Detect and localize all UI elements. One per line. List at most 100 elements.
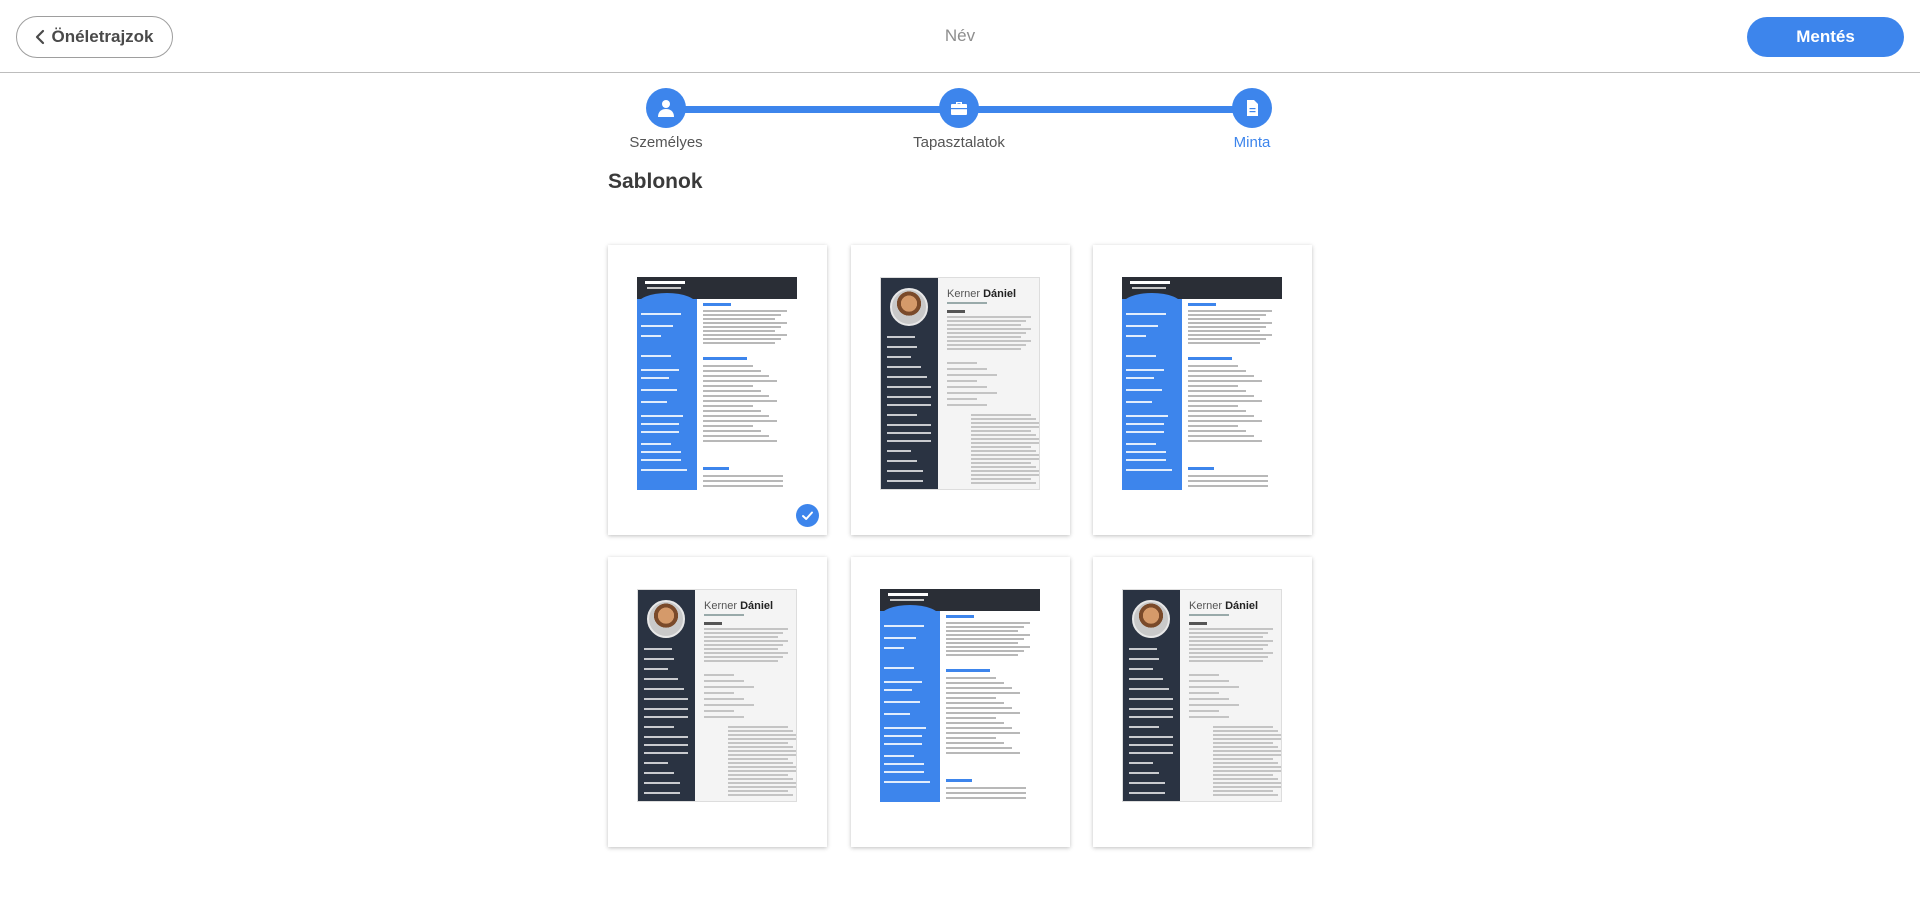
preview-sidebar-line — [1129, 648, 1157, 650]
preview-sidebar-line — [641, 431, 679, 433]
preview-text-line — [947, 398, 977, 400]
preview-text-line — [1213, 758, 1273, 760]
preview-text-line — [728, 754, 796, 756]
preview-text-line — [704, 680, 744, 682]
preview-sidebar-line — [1129, 716, 1173, 718]
preview-text-line — [946, 650, 1024, 652]
preview-sidebar-line — [884, 727, 926, 729]
preview-text-line — [1188, 480, 1268, 482]
preview-text-line — [1189, 710, 1219, 712]
preview-sidebar-line — [884, 625, 924, 627]
preview-text-line — [704, 692, 734, 694]
preview-text-line — [946, 717, 996, 719]
preview-text-line — [703, 435, 769, 437]
preview-text-line — [704, 628, 788, 630]
step-template-label: Minta — [1233, 134, 1271, 151]
preview-text-line — [703, 330, 775, 332]
preview-text-line — [1188, 375, 1254, 377]
preview-sidebar-line — [1126, 325, 1158, 327]
save-button[interactable]: Mentés — [1747, 17, 1904, 57]
preview-text-line — [1213, 786, 1281, 788]
preview-text-line — [1213, 754, 1281, 756]
preview-section-heading — [946, 669, 990, 672]
template-card-6[interactable]: Kerner Dániel — [1093, 557, 1312, 847]
preview-text-line — [1188, 435, 1254, 437]
progress-stepper: Személyes Tapasztalatok Minta — [626, 88, 1292, 154]
preview-text-line — [704, 704, 754, 706]
preview-sidebar-line — [644, 678, 678, 680]
preview-section-heading — [703, 303, 731, 306]
preview-sidebar-line — [644, 792, 680, 794]
preview-text-line — [704, 636, 778, 638]
preview-text-line — [1213, 790, 1273, 792]
template-card-1[interactable] — [608, 245, 827, 535]
document-name[interactable]: Név — [0, 26, 1920, 46]
preview-text-line — [1189, 704, 1239, 706]
template-card-4[interactable]: Kerner Dániel — [608, 557, 827, 847]
preview-sidebar-line — [1126, 377, 1154, 379]
preview-section-heading — [703, 357, 747, 360]
preview-sidebar-line — [887, 376, 927, 378]
template-card-5[interactable] — [851, 557, 1070, 847]
preview-sidebar-line — [641, 389, 677, 391]
preview-text-line — [1189, 656, 1268, 658]
preview-photo — [1132, 600, 1170, 638]
document-icon — [1247, 100, 1258, 116]
preview-text-line — [946, 702, 1004, 704]
preview-text-line — [728, 766, 796, 768]
preview-sidebar-line — [641, 325, 673, 327]
preview-sidebar-line — [884, 763, 924, 765]
preview-text-line — [1188, 310, 1272, 312]
preview-sidebar-line — [887, 432, 931, 434]
preview-text-line — [946, 622, 1030, 624]
preview-sidebar-line — [887, 440, 931, 442]
template-card-3[interactable] — [1093, 245, 1312, 535]
preview-text-line — [728, 734, 796, 736]
preview-text-line — [703, 425, 753, 427]
step-personal[interactable]: Személyes — [606, 88, 726, 151]
preview-text-line — [1188, 395, 1254, 397]
preview-sidebar-line — [1126, 401, 1152, 403]
step-personal-label: Személyes — [629, 134, 703, 151]
preview-sidebar-line — [887, 404, 931, 406]
preview-text-line — [703, 326, 781, 328]
preview-text-line — [1213, 778, 1278, 780]
preview-text-line — [1188, 326, 1266, 328]
preview-text-line — [947, 336, 1021, 338]
preview-sidebar-line — [1129, 678, 1163, 680]
preview-text-line — [1188, 415, 1254, 417]
preview-text-line — [1188, 425, 1238, 427]
preview-sidebar-line — [1129, 792, 1165, 794]
preview-text-line — [971, 470, 1039, 472]
preview-text-line — [946, 638, 1024, 640]
template-card-2[interactable]: Kerner Dániel — [851, 245, 1070, 535]
preview-text-line — [704, 656, 783, 658]
preview-text-line — [1213, 770, 1281, 772]
preview-sidebar-line — [1129, 698, 1173, 700]
selected-check-icon — [796, 504, 819, 527]
preview-text-line — [703, 318, 775, 320]
preview-sidebar-line — [887, 414, 917, 416]
preview-text-line — [946, 687, 1012, 689]
preview-sidebar-line — [644, 752, 688, 754]
preview-text-line — [728, 726, 788, 728]
preview-text-line — [1213, 766, 1281, 768]
preview-text-line — [971, 450, 1036, 452]
preview-text-line — [703, 440, 777, 442]
preview-text-line — [1188, 420, 1262, 422]
preview-text-line — [947, 328, 1031, 330]
preview-sidebar — [880, 605, 940, 802]
preview-sidebar-line — [1129, 708, 1173, 710]
preview-text-line — [946, 792, 1026, 794]
step-template[interactable]: Minta — [1192, 88, 1312, 151]
preview-sidebar-line — [1126, 469, 1172, 471]
preview-text-line — [1189, 680, 1229, 682]
templates-heading: Sablonok — [608, 170, 703, 193]
preview-text-line — [703, 420, 777, 422]
step-experience[interactable]: Tapasztalatok — [899, 88, 1019, 151]
preview-last-name: Dániel — [1225, 600, 1259, 612]
preview-text-line — [703, 400, 777, 402]
preview-text-line — [1188, 322, 1272, 324]
preview-text-line — [1213, 750, 1281, 752]
preview-text-line — [1189, 632, 1268, 634]
